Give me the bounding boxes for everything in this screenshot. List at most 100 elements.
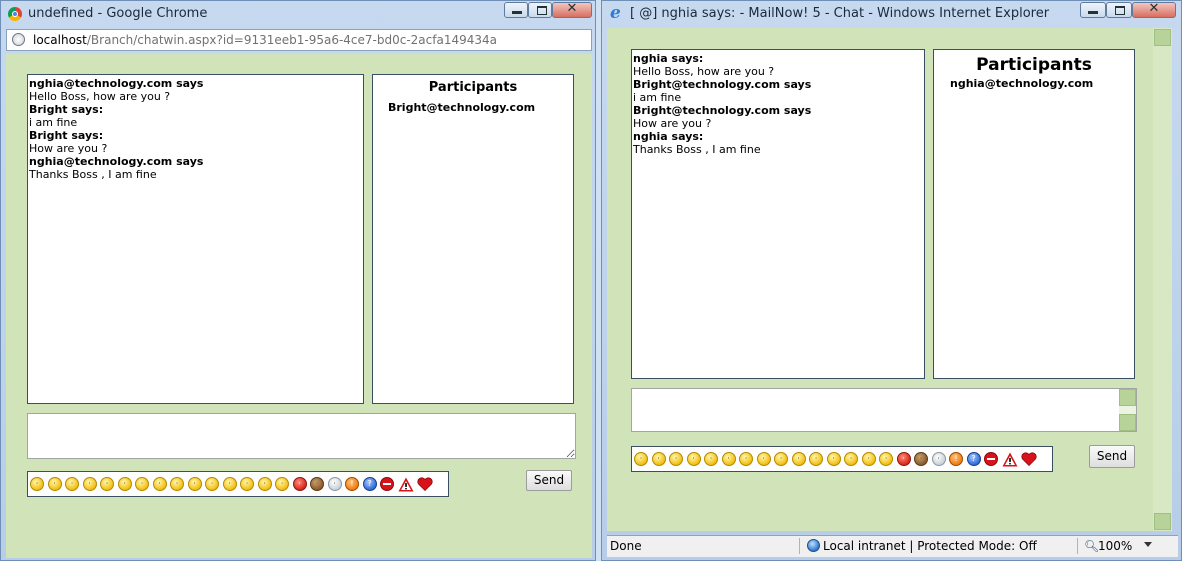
cool-icon[interactable]: · — [809, 452, 823, 466]
blush-icon[interactable]: · — [152, 477, 167, 491]
neutral-icon[interactable]: · — [117, 477, 132, 491]
scroll-down-button[interactable] — [1119, 414, 1136, 431]
warning-icon[interactable] — [1002, 452, 1018, 467]
monkey-icon[interactable]: · — [310, 477, 324, 491]
message-text: How are you ? — [633, 117, 712, 130]
confused-icon[interactable]: · — [791, 452, 806, 466]
wink-icon[interactable]: · — [669, 452, 683, 466]
chrome-window-title: undefined - Google Chrome — [28, 6, 208, 21]
blush-icon[interactable]: · — [756, 452, 771, 466]
chat-history: nghia says: Hello Boss, how are you ? Br… — [631, 49, 925, 379]
angry-tongue-icon[interactable]: · — [861, 452, 876, 466]
ie-page-scrollbar[interactable] — [1153, 28, 1172, 531]
grin-icon[interactable]: · — [704, 452, 718, 466]
ie-window: e [ @] nghia says: - MailNow! 5 - Chat -… — [601, 0, 1182, 561]
surprised-icon[interactable]: · — [739, 452, 753, 466]
message-sender: Bright says: — [29, 129, 104, 142]
glasses-icon[interactable]: · — [170, 477, 184, 491]
tongue-icon[interactable]: · — [686, 452, 701, 466]
laugh-icon[interactable]: · — [222, 477, 237, 491]
chrome-minimize-button[interactable] — [504, 2, 528, 18]
status-divider — [1077, 538, 1078, 554]
message-input[interactable] — [27, 413, 576, 459]
happy-icon[interactable]: · — [275, 477, 289, 491]
warning-icon[interactable] — [398, 477, 414, 492]
close-icon: ✕ — [566, 1, 578, 16]
laugh-icon[interactable]: · — [826, 452, 841, 466]
exclamation-icon[interactable]: ! — [345, 477, 359, 491]
ie-status-bar: Done Local intranet | Protected Mode: Of… — [607, 535, 1178, 557]
chrome-titlebar[interactable]: undefined - Google Chrome ✕ — [1, 1, 595, 27]
ie-close-button[interactable]: ✕ — [1132, 1, 1176, 18]
smile-icon[interactable]: · — [30, 477, 44, 491]
devil-icon[interactable]: · — [896, 452, 911, 466]
message-sender: nghia says: — [633, 130, 704, 143]
question-icon[interactable]: ? — [966, 452, 981, 466]
message-text: Thanks Boss , I am fine — [29, 168, 157, 181]
chrome-page: nghia@technology.com says Hello Boss, ho… — [6, 54, 592, 558]
page-globe-icon — [12, 33, 25, 46]
lightbulb-icon[interactable]: · — [327, 477, 342, 491]
message-input[interactable] — [631, 388, 1137, 432]
sad-icon[interactable]: · — [47, 477, 62, 491]
zoom-dropdown-icon[interactable] — [1144, 542, 1152, 547]
url-path: /Branch/chatwin.aspx?id=9131eeb1-95a6-4c… — [86, 33, 497, 47]
heart-icon[interactable] — [1021, 452, 1037, 466]
monkey-icon[interactable]: · — [914, 452, 928, 466]
neutral-icon[interactable]: · — [721, 452, 736, 466]
scroll-up-button[interactable] — [1119, 389, 1136, 406]
devil-icon[interactable]: · — [292, 477, 307, 491]
smile-icon[interactable]: · — [634, 452, 648, 466]
ie-maximize-button[interactable] — [1106, 2, 1132, 18]
message-sender: Bright@technology.com says — [633, 78, 812, 91]
chat-history: nghia@technology.com says Hello Boss, ho… — [27, 74, 364, 404]
zoom-level[interactable]: 100% — [1098, 539, 1132, 553]
send-button[interactable]: Send — [526, 470, 572, 491]
url-host: localhost — [33, 33, 87, 47]
wink-icon[interactable]: · — [65, 477, 79, 491]
send-button[interactable]: Send — [1089, 445, 1135, 468]
participants-panel: Participants nghia@technology.com — [933, 49, 1135, 379]
chrome-maximize-button[interactable] — [528, 2, 552, 18]
no-entry-icon[interactable] — [984, 452, 998, 466]
scroll-down-button[interactable] — [1154, 513, 1171, 530]
maximize-icon — [1115, 6, 1125, 15]
no-entry-icon[interactable] — [380, 477, 394, 491]
sad-icon[interactable]: · — [651, 452, 666, 466]
minimize-icon — [1088, 11, 1098, 14]
cool-icon[interactable]: · — [205, 477, 219, 491]
exclamation-icon[interactable]: ! — [949, 452, 963, 466]
close-icon: ✕ — [1148, 1, 1160, 16]
glasses-icon[interactable]: · — [774, 452, 788, 466]
cry-icon[interactable]: · — [844, 452, 858, 466]
message-sender: nghia@technology.com says — [29, 155, 204, 168]
participant-item: Bright@technology.com — [388, 101, 536, 114]
message-sender: Bright says: — [29, 103, 104, 116]
happy-icon[interactable]: · — [879, 452, 893, 466]
scroll-up-button[interactable] — [1154, 29, 1171, 46]
message-text: Thanks Boss , I am fine — [633, 143, 761, 156]
message-sender: nghia says: — [633, 52, 704, 65]
cry-icon[interactable]: · — [240, 477, 254, 491]
chrome-close-button[interactable]: ✕ — [552, 1, 592, 18]
heart-icon[interactable] — [417, 477, 433, 491]
input-scrollbar[interactable] — [1119, 389, 1136, 431]
surprised-icon[interactable]: · — [135, 477, 149, 491]
tongue-icon[interactable]: · — [82, 477, 97, 491]
participants-title: Participants — [976, 55, 1092, 75]
lightbulb-icon[interactable]: · — [931, 452, 946, 466]
status-divider — [799, 538, 800, 554]
participants-panel: Participants Bright@technology.com — [372, 74, 574, 404]
security-zone[interactable]: Local intranet | Protected Mode: Off — [823, 539, 1037, 553]
confused-icon[interactable]: · — [187, 477, 202, 491]
message-text: Hello Boss, how are you ? — [633, 65, 775, 78]
angry-tongue-icon[interactable]: · — [257, 477, 272, 491]
grin-icon[interactable]: · — [100, 477, 114, 491]
question-icon[interactable]: ? — [362, 477, 377, 491]
chrome-address-bar[interactable]: localhost/Branch/chatwin.aspx?id=9131eeb… — [6, 29, 592, 51]
ie-titlebar[interactable]: e [ @] nghia says: - MailNow! 5 - Chat -… — [602, 1, 1181, 27]
maximize-icon — [537, 6, 547, 15]
internet-explorer-icon: e — [610, 3, 621, 23]
ie-minimize-button[interactable] — [1080, 2, 1106, 18]
ie-page: nghia says: Hello Boss, how are you ? Br… — [607, 28, 1153, 531]
